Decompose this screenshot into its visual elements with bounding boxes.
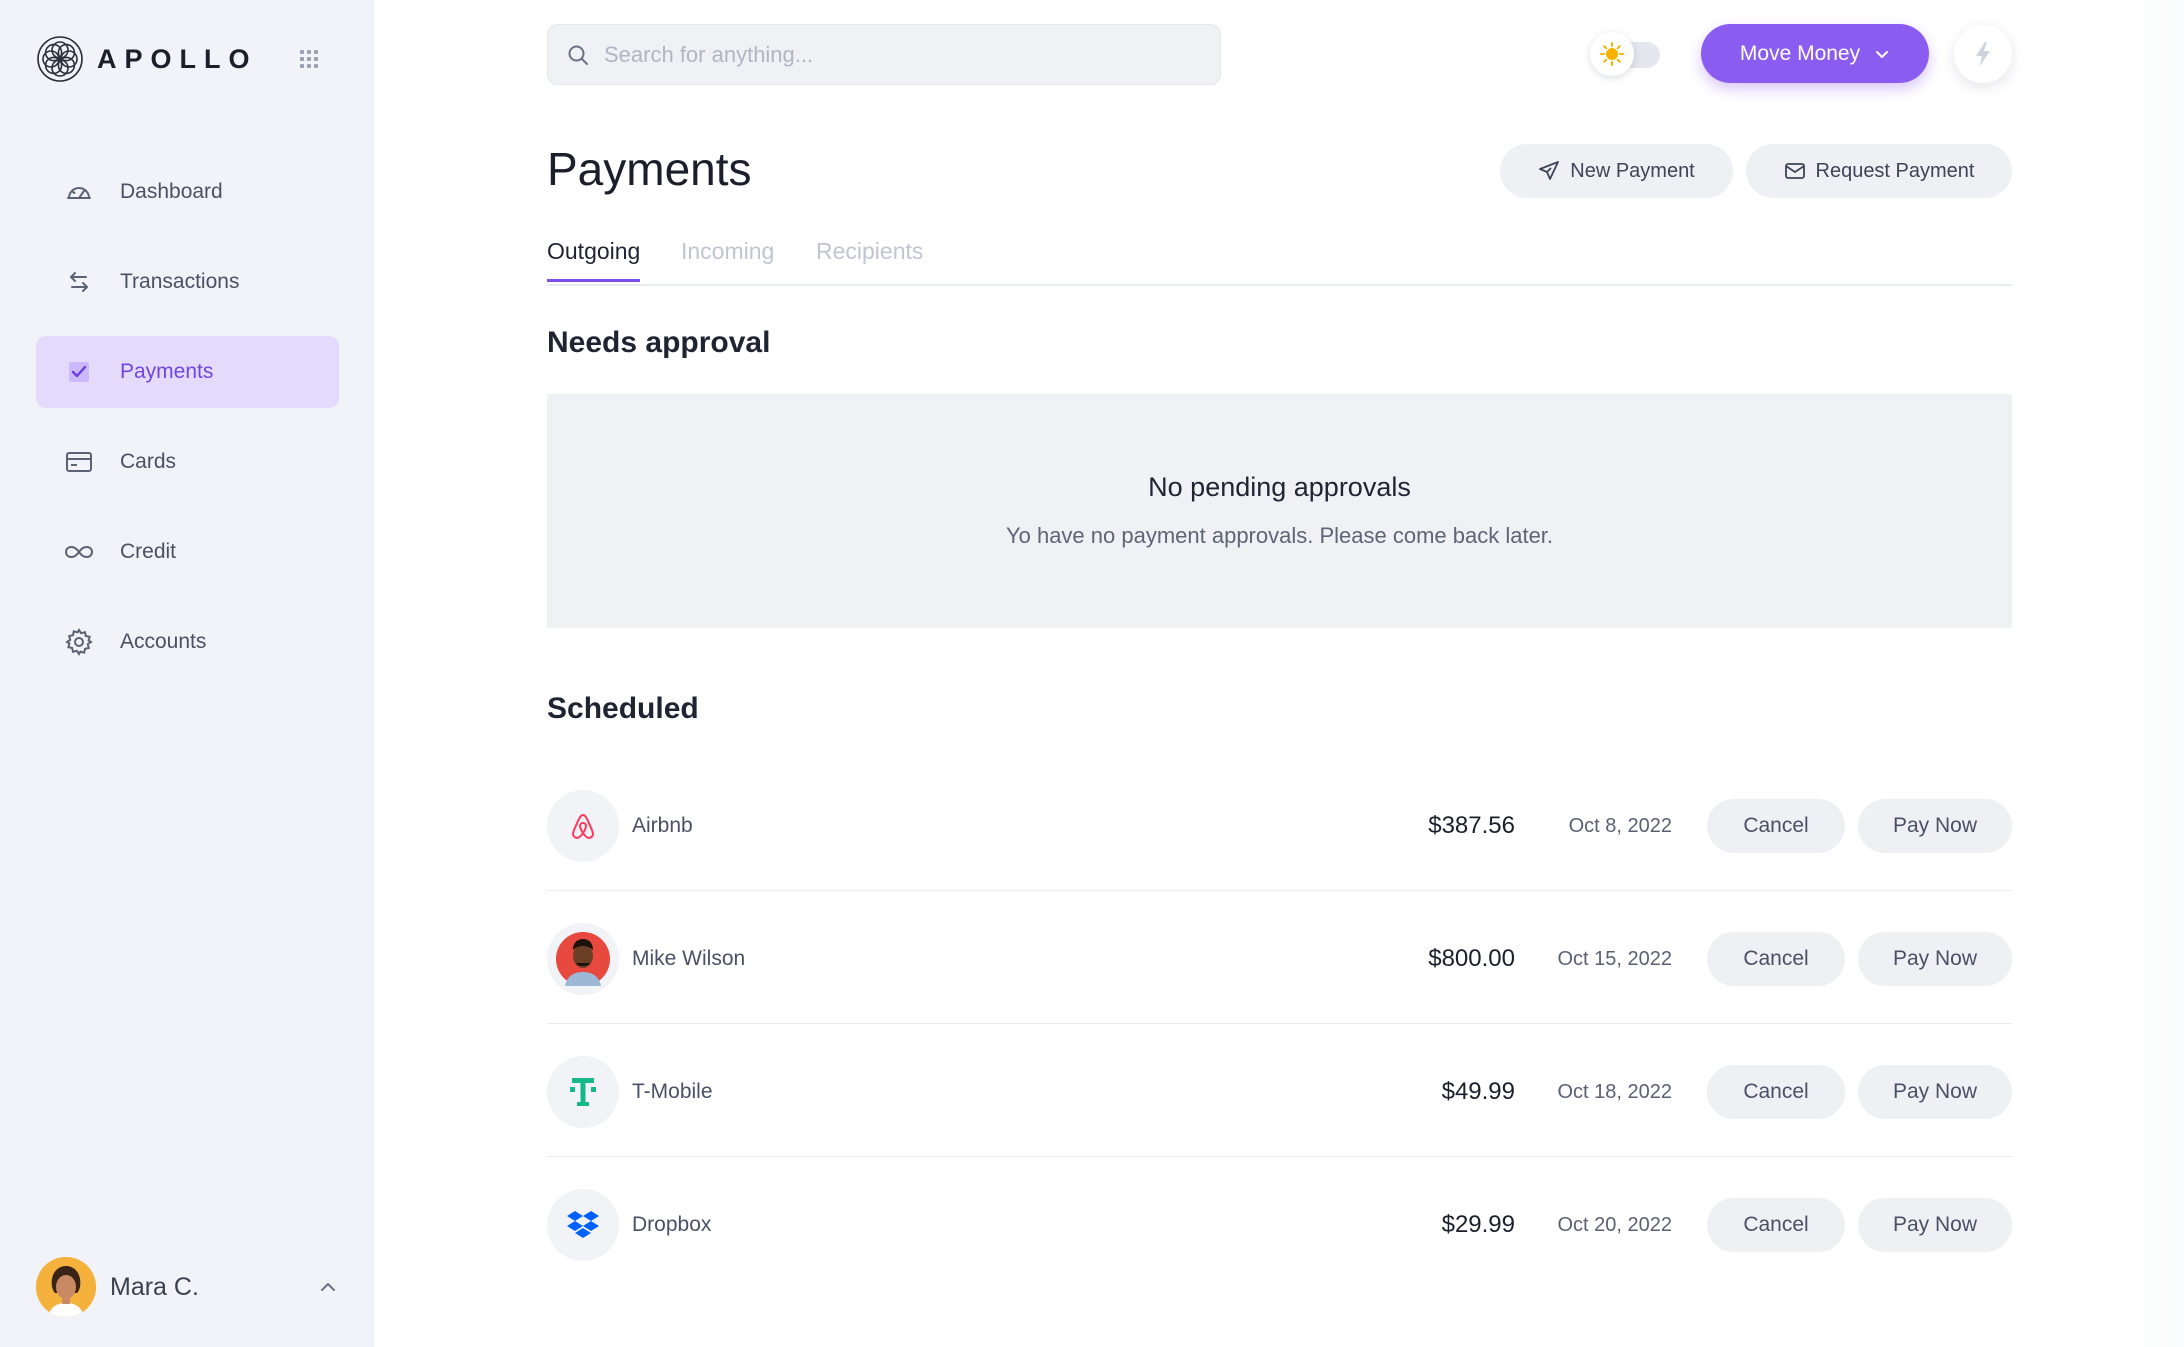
payment-amount: $387.56 [1428,812,1515,839]
sidebar-nav: Dashboard Transactions Payments Cards Cr… [36,156,339,696]
sidebar-item-label: Transactions [120,270,240,293]
list-item: T-Mobile $49.99 Oct 18, 2022 Cancel Pay … [547,1024,2012,1157]
cancel-button[interactable]: Cancel [1707,799,1845,853]
user-menu[interactable]: Mara C. [36,1256,339,1318]
payment-date: Oct 15, 2022 [1557,948,1672,970]
apollo-logo-icon [37,36,83,82]
page-edge [2120,0,2184,1347]
scheduled-title: Scheduled [547,692,699,725]
search-icon [568,45,588,65]
new-payment-button[interactable]: New Payment [1500,144,1733,198]
sidebar-item-transactions[interactable]: Transactions [36,246,339,318]
tab-incoming[interactable]: Incoming [681,238,774,279]
sidebar-item-accounts[interactable]: Accounts [36,606,339,678]
brand[interactable]: APOLLO [35,34,258,84]
settings-gear-icon [64,627,94,657]
needs-approval-title: Needs approval [547,326,771,359]
payee-name: Airbnb [632,814,693,837]
airbnb-logo-icon [547,790,619,862]
theme-toggle[interactable] [1590,32,1670,76]
dropbox-logo-icon [547,1189,619,1261]
quick-actions-button[interactable] [1954,25,2012,83]
search-bar[interactable] [547,24,1221,85]
tmobile-logo-icon [547,1056,619,1128]
cancel-button[interactable]: Cancel [1707,1198,1845,1252]
sidebar: APOLLO Dashboard Transactions Payments C… [0,0,374,1347]
avatar [547,923,619,995]
page-title: Payments [547,143,752,195]
sidebar-item-label: Payments [120,360,214,383]
list-item: Mike Wilson $800.00 Oct 15, 2022 Cancel … [547,891,2012,1024]
empty-state: No pending approvals Yo have no payment … [547,394,2012,628]
payment-tabs: Outgoing Incoming Recipients [547,236,2012,286]
credit-card-icon [64,447,94,477]
sidebar-item-label: Cards [120,450,177,473]
toggle-knob [1590,32,1634,76]
infinity-icon [64,537,94,567]
empty-state-message: Yo have no payment approvals. Please com… [1005,523,1554,548]
cancel-button[interactable]: Cancel [1707,932,1845,986]
empty-state-title: No pending approvals [1148,472,1411,502]
sidebar-item-cards[interactable]: Cards [36,426,339,498]
payment-amount: $29.99 [1441,1211,1515,1238]
avatar [36,1257,96,1317]
sidebar-item-label: Dashboard [120,180,223,203]
list-item: Dropbox $29.99 Oct 20, 2022 Cancel Pay N… [547,1157,2012,1290]
payment-date: Oct 18, 2022 [1557,1081,1672,1103]
transfer-arrows-icon [64,267,94,297]
dashboard-gauge-icon [64,177,94,207]
sidebar-item-payments[interactable]: Payments [36,336,339,408]
pay-now-button[interactable]: Pay Now [1858,932,2012,986]
brand-name: APOLLO [97,43,258,74]
list-item: Airbnb $387.56 Oct 8, 2022 Cancel Pay No… [547,758,2012,891]
sidebar-item-credit[interactable]: Credit [36,516,339,588]
payee-name: T-Mobile [632,1080,713,1103]
user-name: Mara C. [110,1272,199,1301]
payee-name: Dropbox [632,1213,712,1236]
payment-date: Oct 20, 2022 [1557,1214,1672,1236]
request-payment-label: Request Payment [1815,159,1975,182]
search-input[interactable] [604,41,1164,68]
cancel-button[interactable]: Cancel [1707,1065,1845,1119]
checkbox-icon [64,357,94,387]
sidebar-item-label: Accounts [120,630,207,653]
payee-name: Mike Wilson [632,947,746,970]
tab-recipients[interactable]: Recipients [816,238,923,279]
pay-now-button[interactable]: Pay Now [1858,1065,2012,1119]
lightning-bolt-icon [1976,42,1990,66]
sidebar-item-label: Credit [120,540,177,563]
mail-icon [1784,163,1805,179]
sun-icon [1600,42,1624,66]
scheduled-list: Airbnb $387.56 Oct 8, 2022 Cancel Pay No… [547,758,2012,1290]
chevron-up-icon [321,1283,335,1291]
move-money-button[interactable]: Move Money [1701,24,1929,83]
tab-outgoing[interactable]: Outgoing [547,238,641,282]
apps-grid-icon[interactable] [298,48,320,70]
payment-amount: $800.00 [1428,945,1515,972]
move-money-label: Move Money [1739,41,1861,65]
request-payment-button[interactable]: Request Payment [1746,144,2012,198]
payment-date: Oct 8, 2022 [1568,815,1672,837]
sidebar-item-dashboard[interactable]: Dashboard [36,156,339,228]
payment-amount: $49.99 [1441,1078,1515,1105]
new-payment-label: New Payment [1570,159,1695,182]
pay-now-button[interactable]: Pay Now [1858,799,2012,853]
pay-now-button[interactable]: Pay Now [1858,1198,2012,1252]
send-icon [1539,161,1560,180]
chevron-down-icon [1876,50,1889,58]
